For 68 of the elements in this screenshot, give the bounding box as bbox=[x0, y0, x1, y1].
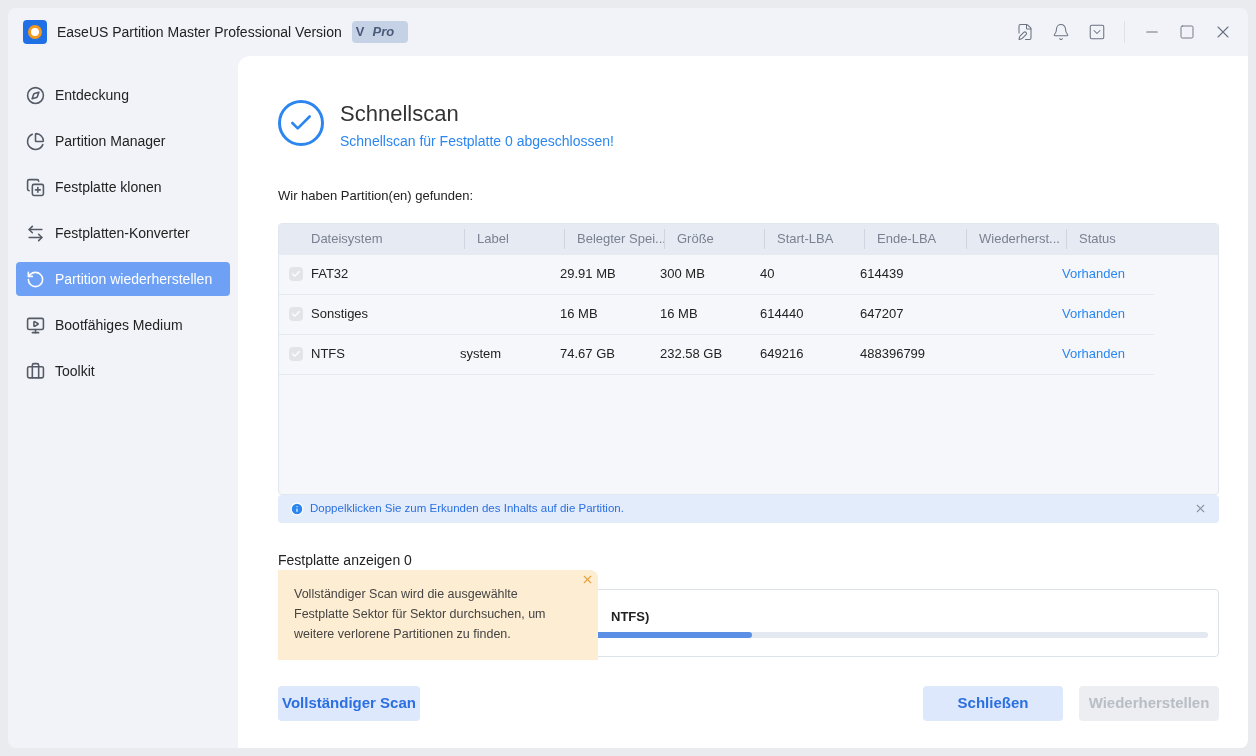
compass-icon bbox=[26, 85, 45, 105]
table-cell-text: Sonstiges bbox=[310, 305, 370, 324]
swap-arrows-icon bbox=[26, 223, 45, 243]
column-header: Belegter Spei... bbox=[564, 229, 664, 249]
table-cell-text: system bbox=[459, 345, 503, 364]
briefcase-icon bbox=[26, 361, 45, 381]
table-cell-text: 649216 bbox=[759, 345, 805, 364]
row-checkbox[interactable] bbox=[289, 307, 303, 321]
table-cell-text: 232.58 GB bbox=[659, 345, 724, 364]
table-cell-text: 488396799 bbox=[859, 345, 927, 364]
row-checkbox[interactable] bbox=[289, 347, 303, 361]
notification-bell-icon[interactable] bbox=[1052, 23, 1070, 41]
scan-status-text: Schnellscan für Festplatte 0 abgeschlossen! bbox=[340, 132, 614, 151]
sidebar-item[interactable]: Festplatte klonen bbox=[16, 170, 230, 204]
close-icon[interactable] bbox=[581, 573, 594, 586]
sidebar-item[interactable]: Partition Manager bbox=[16, 124, 230, 158]
column-header: Label bbox=[464, 229, 564, 249]
table-cell-text: 16 MB bbox=[559, 305, 599, 324]
checkmark-icon bbox=[291, 269, 301, 279]
pro-badge: V Pro bbox=[351, 21, 409, 43]
scan-title: Schnellscan bbox=[340, 100, 460, 128]
column-header: Ende-LBA bbox=[864, 229, 966, 249]
checkmark-icon bbox=[291, 349, 301, 359]
status-link[interactable]: Vorhanden bbox=[1054, 264, 1154, 284]
table-row[interactable]: NTFS system 74.67 GB 232.58 GB 649216 488396799 Vorhanden bbox=[279, 334, 1154, 375]
table-cell-text: 614440 bbox=[759, 305, 805, 324]
table-cell-text: 74.67 GB bbox=[559, 345, 616, 364]
maximize-icon[interactable] bbox=[1179, 24, 1195, 40]
sidebar-item[interactable]: Entdeckung bbox=[16, 78, 230, 112]
sidebar-item[interactable]: Bootfähiges Medium bbox=[16, 308, 230, 342]
action-button[interactable]: Schließen bbox=[923, 685, 1063, 721]
status-link[interactable]: Vorhanden bbox=[1054, 304, 1154, 324]
table-cell-text: 614439 bbox=[859, 265, 905, 284]
table-cell-text: 29.91 MB bbox=[559, 265, 617, 284]
app-logo-icon bbox=[23, 20, 47, 44]
table-row[interactable]: FAT32 29.91 MB 300 MB 40 614439 Vorhanden bbox=[279, 254, 1154, 295]
pie-chart-icon bbox=[26, 131, 45, 151]
window-title: EaseUS Partition Master Professional Version bbox=[57, 22, 342, 42]
table-cell-text: NTFS bbox=[310, 345, 346, 364]
checkmark-icon bbox=[291, 309, 301, 319]
media-play-icon bbox=[26, 315, 45, 335]
column-header: Größe bbox=[664, 229, 764, 249]
restore-icon bbox=[26, 269, 45, 289]
close-icon[interactable] bbox=[1194, 502, 1207, 515]
column-header: Start-LBA bbox=[764, 229, 864, 249]
status-link[interactable]: Vorhanden bbox=[1054, 344, 1154, 364]
feedback-icon[interactable] bbox=[1016, 23, 1034, 41]
action-button[interactable]: Vollständiger Scan bbox=[278, 685, 420, 721]
found-label: Wir haben Partition(en) gefunden: bbox=[278, 187, 475, 205]
table-cell-text: FAT32 bbox=[310, 265, 350, 284]
row-checkbox[interactable] bbox=[289, 267, 303, 281]
dropdown-menu-icon[interactable] bbox=[1088, 23, 1106, 41]
table-cell-text: 300 MB bbox=[659, 265, 706, 284]
sidebar-item[interactable]: Toolkit bbox=[16, 354, 230, 388]
partition-label: NTFS) bbox=[611, 607, 651, 626]
info-bar: Doppelklicken Sie zum Erkunden des Inhalts auf die Partition. bbox=[278, 494, 1219, 523]
column-header: Dateisystem bbox=[310, 230, 384, 249]
table-cell-text: 647207 bbox=[859, 305, 905, 324]
table-cell-text: 40 bbox=[759, 265, 776, 284]
sidebar-item[interactable]: Festplatten-Konverter bbox=[16, 216, 230, 250]
column-header: Wiederherst... bbox=[966, 229, 1066, 249]
table-row[interactable]: Sonstiges 16 MB 16 MB 614440 647207 Vorhanden bbox=[279, 294, 1154, 335]
disk-plus-icon bbox=[26, 177, 45, 197]
info-icon bbox=[290, 501, 304, 516]
column-header: Status bbox=[1066, 229, 1166, 249]
tooltip-text: Vollständiger Scan wird die ausgewählte Festplatte Sektor für Sektor durchsuchen, um weitere verlorene Partitionen zu finden. bbox=[294, 586, 547, 643]
disk-heading: Festplatte anzeigen 0 bbox=[278, 550, 413, 570]
table-cell-text: 16 MB bbox=[659, 305, 699, 324]
